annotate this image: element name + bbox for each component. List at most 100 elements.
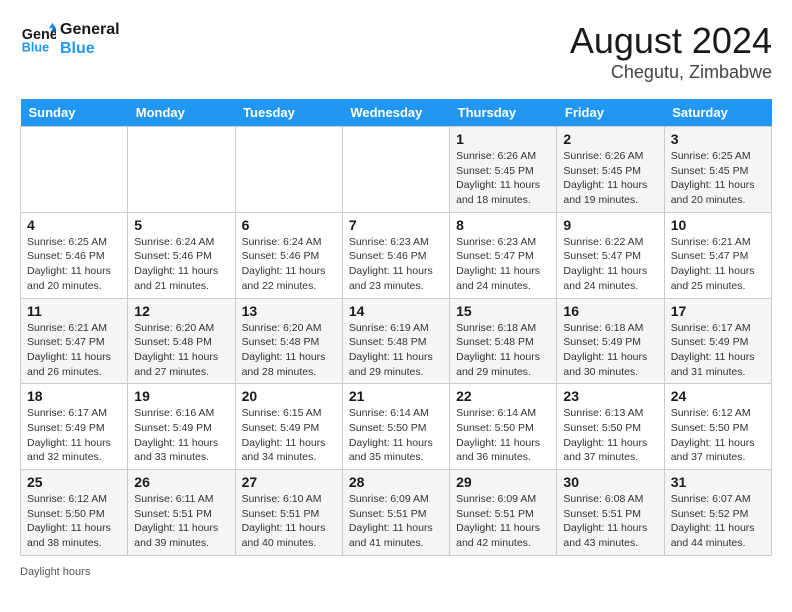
day-number: 31 [671, 474, 765, 490]
page-header: General Blue General Blue August 2024 Ch… [20, 20, 772, 83]
day-number: 29 [456, 474, 550, 490]
day-info: Sunrise: 6:12 AM Sunset: 5:50 PM Dayligh… [27, 492, 121, 551]
day-number: 25 [27, 474, 121, 490]
day-header-friday: Friday [557, 99, 664, 127]
day-info: Sunrise: 6:20 AM Sunset: 5:48 PM Dayligh… [134, 321, 228, 380]
day-number: 15 [456, 303, 550, 319]
day-cell-4: 4Sunrise: 6:25 AM Sunset: 5:46 PM Daylig… [21, 212, 128, 298]
day-cell-5: 5 Sunrise: 6:24 AM Sunset: 5:46 PM Daylig… [128, 212, 235, 298]
day-info: Sunrise: 6:10 AM Sunset: 5:51 PM Dayligh… [242, 492, 336, 551]
day-number: 5 [134, 217, 228, 233]
day-cell-31: 31Sunrise: 6:07 AM Sunset: 5:52 PM Dayli… [664, 470, 771, 556]
day-cell-3: 3Sunrise: 6:25 AM Sunset: 5:45 PM Daylig… [664, 127, 771, 213]
day-info: Sunrise: 6:24 AM Sunset: 5:46 PM Dayligh… [242, 235, 336, 294]
day-number: 27 [242, 474, 336, 490]
day-info: Sunrise: 6:20 AM Sunset: 5:48 PM Dayligh… [242, 321, 336, 380]
day-cell-20: 20 Sunrise: 6:15 AM Sunset: 5:49 PM Dayli… [235, 384, 342, 470]
day-cell-8: 8 Sunrise: 6:23 AM Sunset: 5:47 PM Daylig… [450, 212, 557, 298]
day-number: 3 [671, 131, 765, 147]
day-cell-1: 1Sunrise: 6:26 AM Sunset: 5:45 PM Daylig… [450, 127, 557, 213]
day-info: Sunrise: 6:22 AM Sunset: 5:47 PM Dayligh… [563, 235, 657, 294]
day-cell-6: 6Sunrise: 6:24 AM Sunset: 5:46 PM Daylig… [235, 212, 342, 298]
day-header-thursday: Thursday [450, 99, 557, 127]
day-cell-12: 12 Sunrise: 6:20 AM Sunset: 5:48 PM Dayli… [128, 298, 235, 384]
day-number: 20 [242, 388, 336, 404]
day-header-sunday: Sunday [21, 99, 128, 127]
day-info: Sunrise: 6:18 AM Sunset: 5:48 PM Dayligh… [456, 321, 550, 380]
day-number: 18 [27, 388, 121, 404]
day-cell-13: 13Sunrise: 6:20 AM Sunset: 5:48 PM Dayli… [235, 298, 342, 384]
day-header-wednesday: Wednesday [342, 99, 449, 127]
day-number: 24 [671, 388, 765, 404]
week-row-4: 18 Sunrise: 6:17 AM Sunset: 5:49 PM Dayli… [21, 384, 772, 470]
day-number: 28 [349, 474, 443, 490]
day-number: 30 [563, 474, 657, 490]
day-cell-2: 2Sunrise: 6:26 AM Sunset: 5:45 PM Daylig… [557, 127, 664, 213]
day-header-monday: Monday [128, 99, 235, 127]
logo: General Blue General Blue [20, 20, 120, 58]
logo-line2: Blue [60, 39, 120, 58]
day-number: 11 [27, 303, 121, 319]
footer: Daylight hours [20, 566, 772, 578]
day-info: Sunrise: 6:08 AM Sunset: 5:51 PM Dayligh… [563, 492, 657, 551]
day-info: Sunrise: 6:09 AM Sunset: 5:51 PM Dayligh… [456, 492, 550, 551]
day-cell-empty [21, 127, 128, 213]
day-info: Sunrise: 6:23 AM Sunset: 5:47 PM Dayligh… [456, 235, 550, 294]
day-info: Sunrise: 6:19 AM Sunset: 5:48 PM Dayligh… [349, 321, 443, 380]
day-cell-18: 18 Sunrise: 6:17 AM Sunset: 5:49 PM Dayli… [21, 384, 128, 470]
day-cell-23: 23Sunrise: 6:13 AM Sunset: 5:50 PM Dayli… [557, 384, 664, 470]
day-info: Sunrise: 6:26 AM Sunset: 5:45 PM Dayligh… [456, 149, 550, 208]
calendar-header: SundayMondayTuesdayWednesdayThursdayFrid… [21, 99, 772, 127]
day-number: 19 [134, 388, 228, 404]
day-info: Sunrise: 6:17 AM Sunset: 5:49 PM Dayligh… [671, 321, 765, 380]
day-header-tuesday: Tuesday [235, 99, 342, 127]
day-cell-7: 7 Sunrise: 6:23 AM Sunset: 5:46 PM Daylig… [342, 212, 449, 298]
day-cell-empty [235, 127, 342, 213]
day-info: Sunrise: 6:09 AM Sunset: 5:51 PM Dayligh… [349, 492, 443, 551]
day-cell-15: 15 Sunrise: 6:18 AM Sunset: 5:48 PM Dayli… [450, 298, 557, 384]
day-header-saturday: Saturday [664, 99, 771, 127]
day-number: 7 [349, 217, 443, 233]
week-row-5: 25 Sunrise: 6:12 AM Sunset: 5:50 PM Dayli… [21, 470, 772, 556]
svg-text:Blue: Blue [22, 41, 49, 55]
day-number: 21 [349, 388, 443, 404]
day-cell-25: 25 Sunrise: 6:12 AM Sunset: 5:50 PM Dayli… [21, 470, 128, 556]
day-cell-empty [342, 127, 449, 213]
calendar-table: SundayMondayTuesdayWednesdayThursdayFrid… [20, 99, 772, 556]
week-row-3: 11Sunrise: 6:21 AM Sunset: 5:47 PM Dayli… [21, 298, 772, 384]
month-year: August 2024 [570, 20, 772, 62]
day-cell-14: 14Sunrise: 6:19 AM Sunset: 5:48 PM Dayli… [342, 298, 449, 384]
day-info: Sunrise: 6:13 AM Sunset: 5:50 PM Dayligh… [563, 406, 657, 465]
day-cell-11: 11Sunrise: 6:21 AM Sunset: 5:47 PM Dayli… [21, 298, 128, 384]
day-cell-27: 27 Sunrise: 6:10 AM Sunset: 5:51 PM Dayli… [235, 470, 342, 556]
daylight-label: Daylight hours [20, 566, 90, 578]
day-cell-26: 26Sunrise: 6:11 AM Sunset: 5:51 PM Dayli… [128, 470, 235, 556]
logo-line1: General [60, 20, 120, 39]
week-row-2: 4Sunrise: 6:25 AM Sunset: 5:46 PM Daylig… [21, 212, 772, 298]
day-info: Sunrise: 6:17 AM Sunset: 5:49 PM Dayligh… [27, 406, 121, 465]
day-cell-28: 28 Sunrise: 6:09 AM Sunset: 5:51 PM Dayli… [342, 470, 449, 556]
logo-icon: General Blue [20, 21, 56, 57]
title-block: August 2024 Chegutu, Zimbabwe [570, 20, 772, 83]
day-number: 12 [134, 303, 228, 319]
day-info: Sunrise: 6:14 AM Sunset: 5:50 PM Dayligh… [349, 406, 443, 465]
day-number: 22 [456, 388, 550, 404]
day-info: Sunrise: 6:24 AM Sunset: 5:46 PM Dayligh… [134, 235, 228, 294]
day-info: Sunrise: 6:23 AM Sunset: 5:46 PM Dayligh… [349, 235, 443, 294]
header-row: SundayMondayTuesdayWednesdayThursdayFrid… [21, 99, 772, 127]
day-info: Sunrise: 6:21 AM Sunset: 5:47 PM Dayligh… [671, 235, 765, 294]
day-number: 10 [671, 217, 765, 233]
calendar-body: 1Sunrise: 6:26 AM Sunset: 5:45 PM Daylig… [21, 127, 772, 556]
day-cell-19: 19Sunrise: 6:16 AM Sunset: 5:49 PM Dayli… [128, 384, 235, 470]
day-info: Sunrise: 6:12 AM Sunset: 5:50 PM Dayligh… [671, 406, 765, 465]
day-number: 26 [134, 474, 228, 490]
day-number: 2 [563, 131, 657, 147]
day-cell-16: 16Sunrise: 6:18 AM Sunset: 5:49 PM Dayli… [557, 298, 664, 384]
week-row-1: 1Sunrise: 6:26 AM Sunset: 5:45 PM Daylig… [21, 127, 772, 213]
day-cell-17: 17 Sunrise: 6:17 AM Sunset: 5:49 PM Dayli… [664, 298, 771, 384]
day-number: 17 [671, 303, 765, 319]
day-number: 8 [456, 217, 550, 233]
day-info: Sunrise: 6:15 AM Sunset: 5:49 PM Dayligh… [242, 406, 336, 465]
day-cell-29: 29 Sunrise: 6:09 AM Sunset: 5:51 PM Dayli… [450, 470, 557, 556]
day-cell-empty [128, 127, 235, 213]
